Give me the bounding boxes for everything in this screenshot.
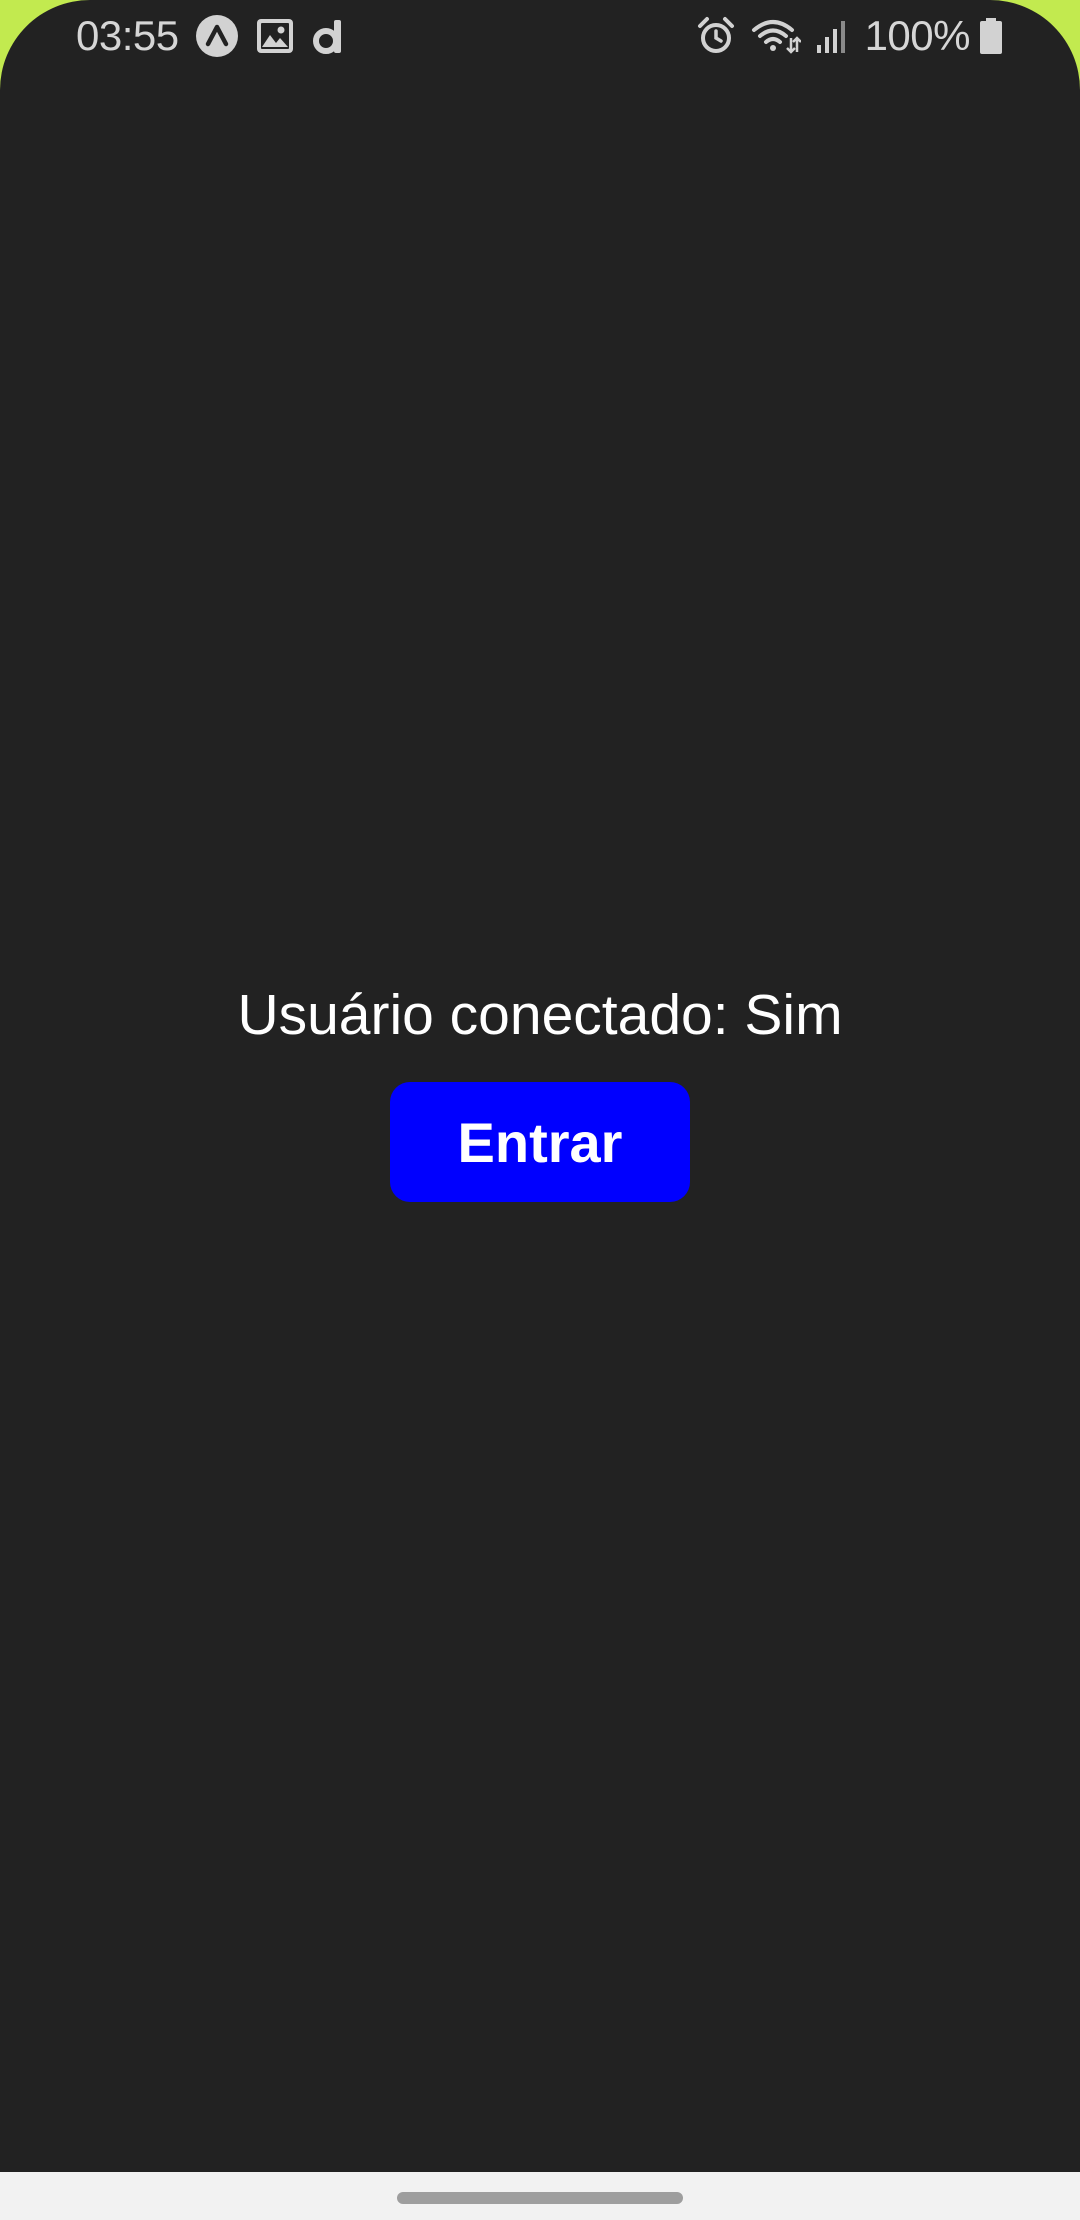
image-icon xyxy=(255,16,295,56)
battery-icon xyxy=(978,16,1004,56)
d-app-icon xyxy=(311,16,347,56)
connection-status-text: Usuário conectado: Sim xyxy=(237,983,843,1047)
navigation-bar xyxy=(0,2172,1080,2220)
phone-screen: 03:55 100% Usuário conectado: Sim Entrar xyxy=(0,0,1080,2220)
battery-percentage: 100% xyxy=(864,12,971,59)
wifi-icon xyxy=(751,16,801,56)
app-container: 03:55 100% Usuário conectado: Sim Entrar xyxy=(0,0,1080,2172)
signal-icon xyxy=(815,17,851,55)
status-bar-left: 03:55 xyxy=(76,8,363,64)
status-bar-right: 100% xyxy=(695,8,1004,64)
enter-button[interactable]: Entrar xyxy=(390,1082,690,1202)
status-time: 03:55 xyxy=(76,12,179,59)
alarm-icon xyxy=(695,15,737,57)
status-bar: 03:55 100% xyxy=(0,0,1080,72)
main-content: Usuário conectado: Sim Entrar xyxy=(0,970,1080,1202)
home-gesture-handle[interactable] xyxy=(397,2192,683,2204)
expo-icon xyxy=(195,14,239,58)
